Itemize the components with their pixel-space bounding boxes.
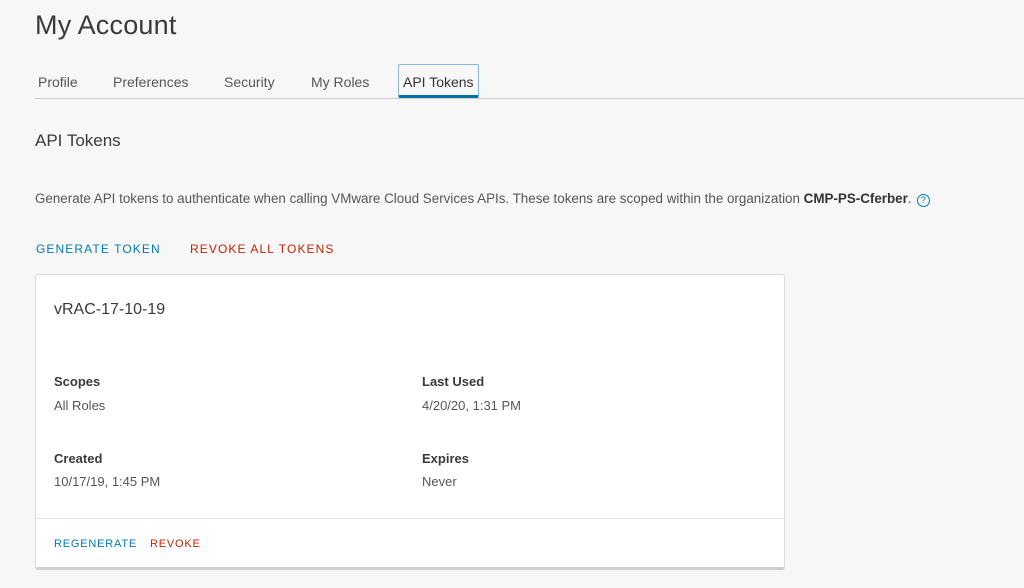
tab-security[interactable]: Security: [224, 64, 275, 97]
expires-label: Expires: [422, 451, 469, 466]
regenerate-button[interactable]: REGENERATE: [54, 538, 137, 550]
last-used-value: 4/20/20, 1:31 PM: [422, 398, 522, 413]
organization-name: CMP-PS-Cferber: [803, 191, 908, 206]
account-tabs: Profile Preferences Security My Roles AP…: [35, 64, 1024, 99]
scopes-label: Scopes: [54, 374, 101, 389]
section-title: API Tokens: [35, 131, 121, 150]
scopes-value: All Roles: [54, 398, 106, 413]
generate-token-button[interactable]: GENERATE TOKEN: [36, 242, 161, 256]
description-text: Generate API tokens to authenticate when…: [35, 191, 804, 206]
token-name: vRAC-17-10-19: [54, 301, 166, 318]
token-card-footer: REGENERATE REVOKE: [36, 518, 784, 567]
token-card: vRAC-17-10-19 Scopes All Roles Last Used…: [35, 274, 785, 570]
description-suffix: .: [907, 191, 912, 206]
tab-my-roles[interactable]: My Roles: [311, 64, 369, 97]
revoke-button[interactable]: REVOKE: [150, 538, 201, 550]
last-used-label: Last Used: [422, 374, 485, 389]
tab-profile[interactable]: Profile: [38, 64, 78, 99]
tab-preferences[interactable]: Preferences: [113, 64, 188, 97]
expires-value: Never: [422, 474, 457, 489]
section-description: Generate API tokens to authenticate when…: [35, 191, 930, 207]
revoke-all-tokens-button[interactable]: REVOKE ALL TOKENS: [190, 242, 335, 256]
created-label: Created: [54, 451, 103, 466]
tab-api-tokens[interactable]: API Tokens: [398, 64, 479, 98]
created-value: 10/17/19, 1:45 PM: [54, 474, 161, 489]
question-circle-icon[interactable]: ?: [916, 194, 930, 207]
my-account-page: My Account Profile Preferences Security …: [0, 0, 1024, 588]
page-title: My Account: [35, 10, 177, 40]
